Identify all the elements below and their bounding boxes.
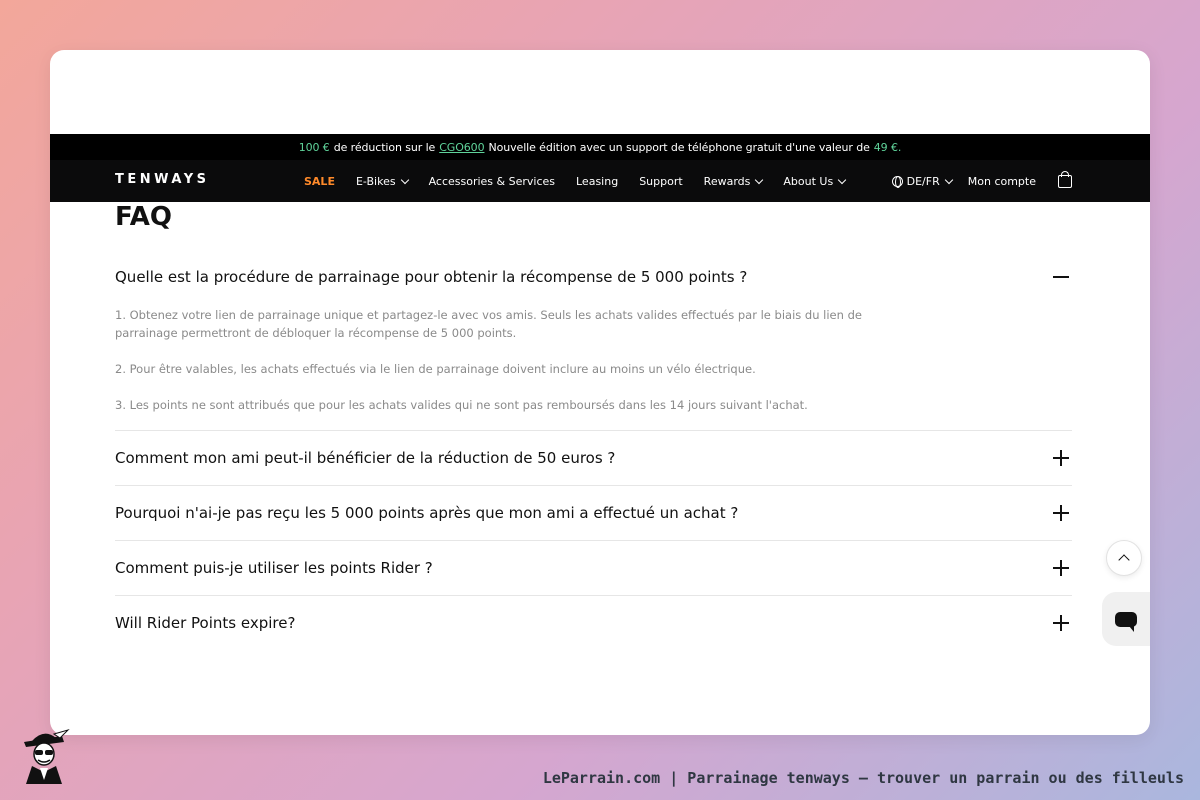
scroll-to-top-button[interactable] bbox=[1106, 540, 1142, 576]
faq-answer-paragraph: 2. Pour être valables, les achats effect… bbox=[115, 362, 756, 376]
faq-question: Pourquoi n'ai-je pas reçu les 5 000 poin… bbox=[115, 504, 739, 522]
chevron-up-icon bbox=[1118, 554, 1130, 566]
nav-right: DE/FR Mon compte bbox=[891, 160, 1072, 202]
faq-question-toggle[interactable]: Comment puis-je utiliser les points Ride… bbox=[115, 541, 1072, 595]
locale-label: DE/FR bbox=[906, 174, 940, 188]
chevron-down-icon bbox=[944, 175, 953, 184]
nav-item-about-label: About Us bbox=[783, 174, 834, 188]
faq-answer: 1. Obtenez votre lien de parrainage uniq… bbox=[115, 304, 875, 430]
faq-question-toggle[interactable]: Comment mon ami peut-il bénéficier de la… bbox=[115, 431, 1072, 485]
promo-value: 49 €. bbox=[873, 140, 902, 154]
account-link[interactable]: Mon compte bbox=[968, 175, 1036, 188]
nav-item-sale[interactable]: SALE bbox=[304, 175, 335, 188]
faq-question: Comment puis-je utiliser les points Ride… bbox=[115, 559, 433, 577]
mascot-logo bbox=[24, 728, 70, 784]
nav-item-accessories[interactable]: Accessories & Services bbox=[429, 175, 555, 188]
locale-selector[interactable]: DE/FR bbox=[891, 174, 953, 188]
footer-caption: LeParrain.com | Parrainage tenways — tro… bbox=[542, 769, 1184, 787]
chat-icon bbox=[1115, 611, 1137, 632]
promo-code-link[interactable]: CGO600 bbox=[439, 141, 484, 154]
promo-banner: 100 € de réduction sur le CGO600 Nouvell… bbox=[50, 134, 1150, 160]
faq-question: Will Rider Points expire? bbox=[115, 614, 296, 632]
chevron-down-icon bbox=[837, 175, 847, 184]
nav-item-rewards-label: Rewards bbox=[703, 174, 751, 188]
browser-card: 100 € de réduction sur le CGO600 Nouvell… bbox=[50, 50, 1150, 735]
promo-text-1: de réduction sur le bbox=[333, 140, 436, 154]
faq-question-toggle[interactable]: Quelle est la procédure de parrainage po… bbox=[115, 250, 1072, 304]
plus-icon bbox=[1053, 505, 1069, 521]
globe-icon bbox=[891, 175, 903, 188]
faq-item: Quelle est la procédure de parrainage po… bbox=[115, 250, 1072, 431]
promo-amount: 100 € bbox=[298, 140, 330, 154]
minus-icon bbox=[1053, 269, 1069, 285]
faq-item: Pourquoi n'ai-je pas reçu les 5 000 poin… bbox=[115, 486, 1072, 541]
chat-button[interactable] bbox=[1102, 592, 1150, 646]
nav-item-about[interactable]: About Us bbox=[783, 174, 847, 188]
faq-question: Comment mon ami peut-il bénéficier de la… bbox=[115, 449, 616, 467]
faq-item: Comment mon ami peut-il bénéficier de la… bbox=[115, 431, 1072, 486]
nav-item-ebikes-label: E-Bikes bbox=[355, 174, 396, 188]
chevron-down-icon bbox=[755, 175, 764, 184]
faq-question: Quelle est la procédure de parrainage po… bbox=[115, 268, 748, 286]
main-nav: TENWAYS SALE E-Bikes Accessories & Servi… bbox=[50, 160, 1150, 202]
nav-item-leasing[interactable]: Leasing bbox=[576, 175, 618, 188]
chevron-down-icon bbox=[400, 175, 409, 184]
plus-icon bbox=[1053, 450, 1069, 466]
faq-title: FAQ bbox=[115, 202, 173, 232]
plus-icon bbox=[1053, 615, 1069, 631]
nav-item-ebikes[interactable]: E-Bikes bbox=[355, 174, 409, 188]
plus-icon bbox=[1053, 560, 1069, 576]
tenways-logo[interactable]: TENWAYS bbox=[115, 172, 209, 187]
nav-item-rewards[interactable]: Rewards bbox=[703, 174, 764, 188]
faq-list: Quelle est la procédure de parrainage po… bbox=[115, 250, 1072, 650]
faq-item: Will Rider Points expire? bbox=[115, 596, 1072, 650]
faq-answer-paragraph: 1. Obtenez votre lien de parrainage uniq… bbox=[115, 308, 862, 340]
nav-item-support[interactable]: Support bbox=[639, 175, 682, 188]
faq-item: Comment puis-je utiliser les points Ride… bbox=[115, 541, 1072, 596]
faq-question-toggle[interactable]: Pourquoi n'ai-je pas reçu les 5 000 poin… bbox=[115, 486, 1072, 540]
faq-question-toggle[interactable]: Will Rider Points expire? bbox=[115, 596, 1072, 650]
nav-menu: SALE E-Bikes Accessories & Services Leas… bbox=[304, 160, 847, 202]
bag-icon[interactable] bbox=[1058, 170, 1072, 188]
faq-answer-paragraph: 3. Les points ne sont attribués que pour… bbox=[115, 398, 808, 412]
promo-text-2: Nouvelle édition avec un support de télé… bbox=[488, 140, 870, 154]
